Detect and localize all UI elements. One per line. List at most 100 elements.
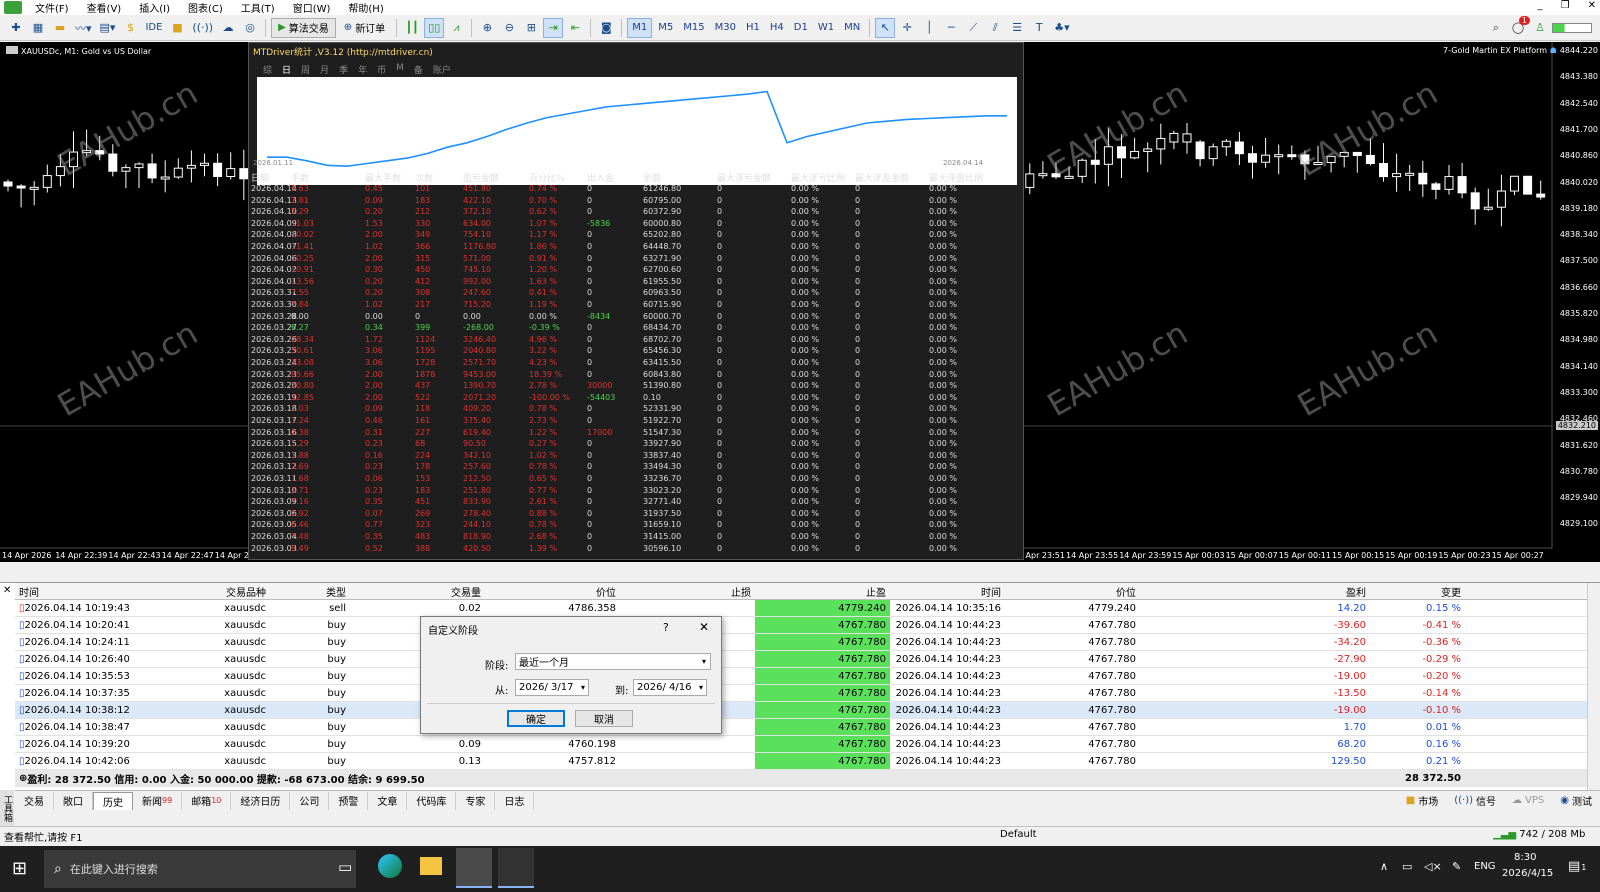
network-icon[interactable]: ▭ <box>1402 860 1412 873</box>
new-chart-icon[interactable]: ✚ <box>6 18 26 38</box>
horizontal-line-icon[interactable]: ─ <box>941 18 961 38</box>
mtdriver-tab-3[interactable]: 月 <box>320 63 329 76</box>
clock-time[interactable]: 8:30 <box>1514 852 1536 863</box>
toolbox-tab-5[interactable]: 经济日历 <box>231 791 291 810</box>
history-column-header[interactable]: 时间 <box>15 583 150 599</box>
table-row[interactable]: ▯ 2026.04.14 10:19:43 xauusdc sell 0.02 4786… <box>15 600 1587 617</box>
cursor-icon[interactable]: ↖ <box>875 17 896 38</box>
to-date-picker[interactable]: 2026/ 4/16 ▾ <box>633 679 707 696</box>
screenshot-icon[interactable]: ◙ <box>596 18 616 38</box>
table-row[interactable]: ▯ 2026.04.14 10:35:53 xauusdc buy 4767.780 2… <box>15 668 1587 685</box>
refresh-icon[interactable]: ◎ <box>240 18 260 38</box>
mtdriver-tab-1[interactable]: 日 <box>282 63 291 76</box>
table-row[interactable]: ▯ 2026.04.14 10:38:47 xauusdc buy 4767.780 2… <box>15 719 1587 736</box>
grid-icon[interactable]: ⊞ <box>521 18 541 38</box>
table-row[interactable]: ▯ 2026.04.14 10:26:40 xauusdc buy 4767.780 2… <box>15 651 1587 668</box>
tf-w1[interactable]: W1 <box>814 18 838 38</box>
mtdriver-tab-5[interactable]: 年 <box>358 63 367 76</box>
lock-icon[interactable]: ■ <box>167 18 187 38</box>
toolbox-tab-9[interactable]: 代码库 <box>407 791 457 810</box>
mtdriver-tab-6[interactable]: 币 <box>377 63 386 76</box>
algo-trading-button[interactable]: ▶ 算法交易 <box>271 17 336 38</box>
toolbox-tab-8[interactable]: 文章 <box>368 791 408 810</box>
zoom-out-icon[interactable]: ⊖ <box>499 18 519 38</box>
profiles-icon[interactable]: ▦ <box>28 18 48 38</box>
toolbox-tab-1[interactable]: 敞口 <box>54 791 93 810</box>
signal-icon[interactable]: ((·)) <box>189 18 216 38</box>
menu-help[interactable]: 帮助(H) <box>339 0 392 15</box>
tray-chevron-icon[interactable]: ∧ <box>1380 860 1388 873</box>
history-scrollbar[interactable] <box>1587 583 1600 790</box>
zoom-in-icon[interactable]: ⊕ <box>477 18 497 38</box>
minimize-button[interactable]: _ <box>1538 0 1543 11</box>
tf-m30[interactable]: M30 <box>711 18 740 38</box>
dollar-icon[interactable]: $ <box>120 18 140 38</box>
dialog-close-button[interactable]: ✕ <box>699 620 709 634</box>
table-row[interactable]: ▯ 2026.04.14 10:42:06 xauusdc buy 0.13 4757.… <box>15 753 1587 770</box>
channel-icon[interactable]: ⫽ <box>985 18 1005 38</box>
shapes-icon[interactable]: ♣▾ <box>1051 18 1072 38</box>
toolbox-right-2[interactable]: ☁ VPS <box>1504 795 1552 806</box>
edge-icon[interactable] <box>378 854 402 878</box>
menu-view[interactable]: 查看(V) <box>78 0 131 15</box>
notification-icon[interactable]: ◯ 1 <box>1508 15 1530 38</box>
toolbox-tab-4[interactable]: 邮箱 10 <box>182 791 232 810</box>
action-center-icon[interactable]: ▤1 <box>1568 859 1586 874</box>
menu-charts[interactable]: 图表(C) <box>179 0 232 15</box>
history-column-header[interactable]: 交易品种 <box>150 583 270 599</box>
history-column-header[interactable]: 类型 <box>270 583 350 599</box>
close-button[interactable]: ✕ <box>1588 0 1596 11</box>
history-header-row[interactable]: 时间 交易品种 类型 交易量 价位 止损 止盈 时间 价位 盈利 变更 <box>15 583 1587 600</box>
menu-tools[interactable]: 工具(T) <box>232 0 284 15</box>
ok-button[interactable]: 确定 <box>507 710 565 727</box>
menu-window[interactable]: 窗口(W) <box>284 0 340 15</box>
period-select[interactable]: 最近一个月 ▾ <box>515 653 711 670</box>
mtdriver-tab-2[interactable]: 周 <box>301 63 310 76</box>
templates-icon[interactable]: ▤▾ <box>97 18 119 38</box>
ide-button[interactable]: IDE <box>142 18 165 38</box>
history-summary-row[interactable]: ⊕ 盈利: 28 372.50 信用: 0.00 入金: 50 000.00 提… <box>15 770 1587 787</box>
tf-m1[interactable]: M1 <box>627 17 653 38</box>
mt5-taskbar-icon-2[interactable] <box>498 848 534 888</box>
new-order-button[interactable]: ⊕ 新订单 <box>338 18 391 38</box>
menu-file[interactable]: 文件(F) <box>26 0 78 15</box>
toolbox-right-1[interactable]: ((·)) 信号 <box>1446 793 1504 808</box>
menu-insert[interactable]: 插入(I) <box>130 0 179 15</box>
cloud-icon[interactable]: ☁ <box>218 18 238 38</box>
table-row[interactable]: ▯ 2026.04.14 10:20:41 xauusdc buy 4767.780 2… <box>15 617 1587 634</box>
windows-start-icon[interactable]: ⊞ <box>12 858 27 879</box>
table-row[interactable]: ▯ 2026.04.14 10:38:12 xauusdc buy 4767.780 2… <box>15 702 1587 719</box>
toolbox-tab-7[interactable]: 预警 <box>329 791 369 810</box>
history-column-header[interactable]: 时间 <box>890 583 1005 599</box>
history-column-header[interactable]: 盈利 <box>1140 583 1370 599</box>
toolbox-tab-10[interactable]: 专家 <box>456 791 496 810</box>
mt5-taskbar-icon[interactable] <box>456 848 492 888</box>
mtdriver-tab-4[interactable]: 季 <box>339 63 348 76</box>
toolbox-tab-11[interactable]: 日志 <box>495 791 535 810</box>
vertical-line-icon[interactable]: │ <box>919 18 939 38</box>
history-column-header[interactable]: 止盈 <box>755 583 890 599</box>
restore-button[interactable]: ❐ <box>1561 0 1570 11</box>
clock-date[interactable]: 2026/4/15 <box>1502 868 1553 879</box>
line-chart-icon[interactable]: ⩘ <box>446 18 466 38</box>
tf-h1[interactable]: H1 <box>742 18 764 38</box>
autoscroll-icon[interactable]: ⇥ <box>543 17 564 38</box>
toolbox-tab-3[interactable]: 新闻 99 <box>133 791 183 810</box>
trendline-icon[interactable]: ⟋ <box>963 18 983 38</box>
table-row[interactable]: ▯ 2026.04.14 10:39:20 xauusdc buy 0.09 4760.… <box>15 736 1587 753</box>
language-indicator[interactable]: ENG <box>1474 861 1496 872</box>
crosshair-icon[interactable]: ✛ <box>897 18 917 38</box>
toolbox-tab-2[interactable]: 历史 <box>93 791 133 810</box>
toolbox-tab-0[interactable]: 交易 <box>15 791 54 810</box>
table-row[interactable]: ▯ 2026.04.14 10:24:11 xauusdc buy 4767.780 2… <box>15 634 1587 651</box>
account-icon[interactable]: ♙ <box>1530 18 1550 38</box>
history-column-header[interactable]: 止损 <box>620 583 755 599</box>
text-icon[interactable]: T <box>1029 18 1049 38</box>
history-column-header[interactable]: 价位 <box>485 583 620 599</box>
chart-shift-icon[interactable]: ⇤ <box>565 18 585 38</box>
cancel-button[interactable]: 取消 <box>575 710 633 727</box>
history-column-header[interactable]: 变更 <box>1370 583 1465 599</box>
tf-mn[interactable]: MN <box>840 18 864 38</box>
mtdriver-tab-0[interactable]: 综 <box>263 63 272 76</box>
price-chart[interactable]: XAUUSDc, M1: Gold vs US Dollar 7-Gold Ma… <box>0 42 1600 562</box>
